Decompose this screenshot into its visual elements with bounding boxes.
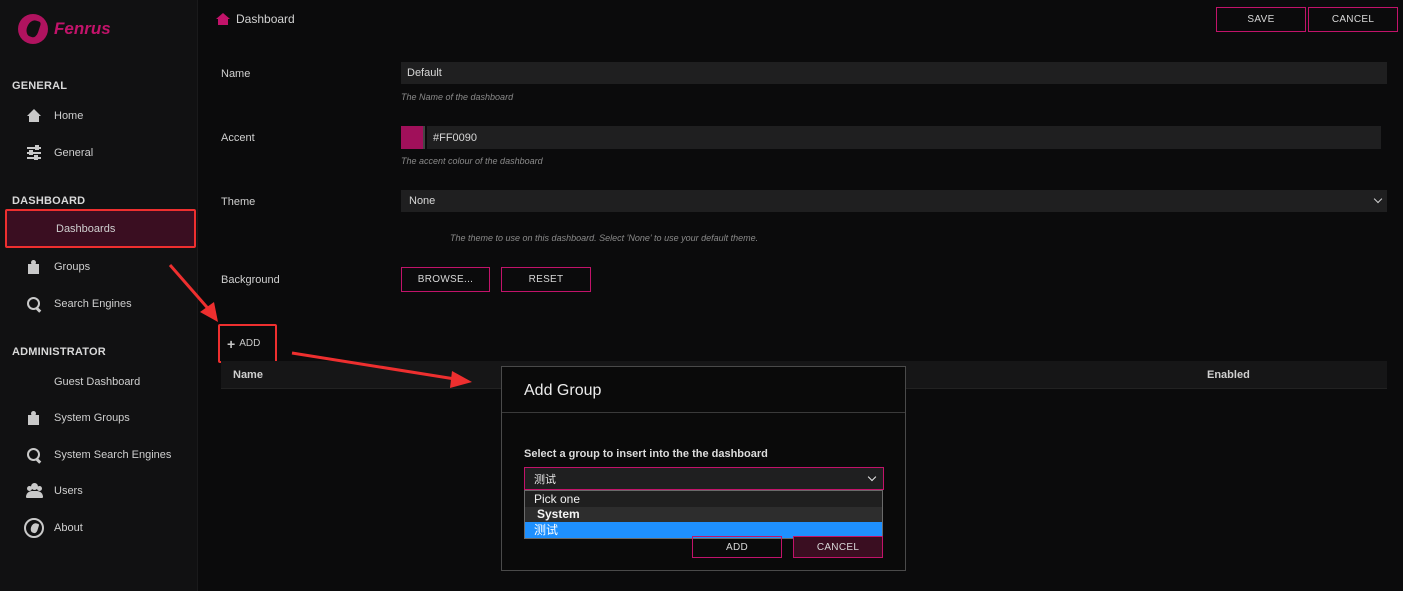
sidebar-item-label: System Groups [54, 412, 130, 424]
sidebar-item-label: Guest Dashboard [54, 376, 141, 388]
sidebar-item-label: Search Engines [54, 298, 132, 310]
sidebar-item-system-groups[interactable]: System Groups [26, 408, 130, 428]
sidebar-item-label: General [54, 147, 94, 159]
accent-color-swatch[interactable] [401, 126, 425, 149]
accent-input[interactable]: #FF0090 [427, 126, 1381, 149]
grid-icon [28, 221, 44, 237]
home-icon [216, 12, 230, 26]
name-input[interactable]: Default [401, 62, 1387, 84]
fenrus-logo-icon [24, 518, 44, 538]
sidebar-item-about[interactable]: About [24, 518, 83, 538]
accent-label: Accent [221, 132, 255, 144]
column-header-enabled: Enabled [1207, 369, 1250, 381]
name-help: The Name of the dashboard [401, 92, 514, 102]
puzzle-icon [26, 410, 42, 426]
group-select[interactable]: 测试 [524, 467, 884, 490]
sliders-icon [26, 145, 42, 161]
theme-select[interactable]: None [401, 190, 1387, 212]
theme-select-value: None [409, 195, 436, 207]
puzzle-icon [26, 259, 42, 275]
add-group-button[interactable]: + ADD [218, 324, 277, 363]
section-title-administrator: ADMINISTRATOR [12, 346, 106, 358]
section-title-dashboard: DASHBOARD [12, 195, 86, 207]
plus-icon: + [227, 335, 236, 352]
background-label: Background [221, 274, 280, 286]
search-icon [26, 447, 42, 463]
browse-button[interactable]: BROWSE... [401, 267, 490, 292]
home-icon [26, 108, 42, 124]
page-title: Dashboard [216, 12, 295, 26]
modal-add-button[interactable]: ADD [692, 536, 782, 558]
sidebar-item-label: About [54, 522, 83, 534]
chevron-down-icon [867, 472, 877, 482]
section-title-general: GENERAL [12, 80, 68, 92]
users-icon [26, 483, 43, 499]
group-dropdown-list: Pick one System 测试 [524, 490, 883, 539]
save-button[interactable]: SAVE [1216, 7, 1306, 32]
sidebar-item-system-search-engines[interactable]: System Search Engines [26, 445, 171, 465]
sidebar-item-label: System Search Engines [54, 449, 172, 461]
sidebar-item-label: Users [54, 485, 83, 497]
sidebar-item-label: Home [54, 110, 84, 122]
app-logo[interactable]: Fenrus [18, 14, 111, 44]
add-group-modal: Add Group Select a group to insert into … [501, 366, 906, 571]
search-icon [26, 296, 42, 312]
sidebar-item-groups[interactable]: Groups [26, 257, 90, 277]
sidebar-item-general[interactable]: General [26, 143, 93, 163]
sidebar-item-label: Dashboards [56, 222, 116, 235]
fenrus-logo-icon [18, 14, 48, 44]
group-select-label: Select a group to insert into the the da… [524, 448, 768, 460]
sidebar-item-dashboards[interactable]: Dashboards [5, 209, 196, 248]
dropdown-option-pick-one[interactable]: Pick one [525, 491, 882, 507]
sidebar-item-home[interactable]: Home [26, 106, 83, 126]
group-select-value: 测试 [534, 473, 556, 486]
theme-label: Theme [221, 196, 256, 208]
modal-cancel-button[interactable]: CANCEL [793, 536, 883, 558]
sidebar-item-guest-dashboard[interactable]: Guest Dashboard [26, 372, 140, 392]
sidebar-item-users[interactable]: Users [26, 481, 83, 501]
app-name: Fenrus [54, 19, 111, 38]
modal-title: Add Group [502, 367, 905, 413]
cancel-button[interactable]: CANCEL [1308, 7, 1398, 32]
reset-button[interactable]: RESET [501, 267, 591, 292]
chevron-down-icon [1373, 194, 1383, 204]
sidebar-item-label: Groups [54, 261, 91, 273]
accent-help: The accent colour of the dashboard [401, 156, 543, 166]
name-label: Name [221, 68, 251, 80]
theme-help: The theme to use on this dashboard. Sele… [450, 233, 759, 243]
dropdown-optgroup-system: System [525, 507, 882, 522]
grid-icon [26, 374, 42, 390]
sidebar-item-search-engines[interactable]: Search Engines [26, 294, 132, 314]
sidebar: Fenrus GENERAL Home General DASHBOARD Da… [0, 0, 198, 591]
page-title-text: Dashboard [236, 12, 295, 26]
add-group-label: ADD [239, 338, 261, 349]
column-header-name: Name [233, 369, 263, 381]
